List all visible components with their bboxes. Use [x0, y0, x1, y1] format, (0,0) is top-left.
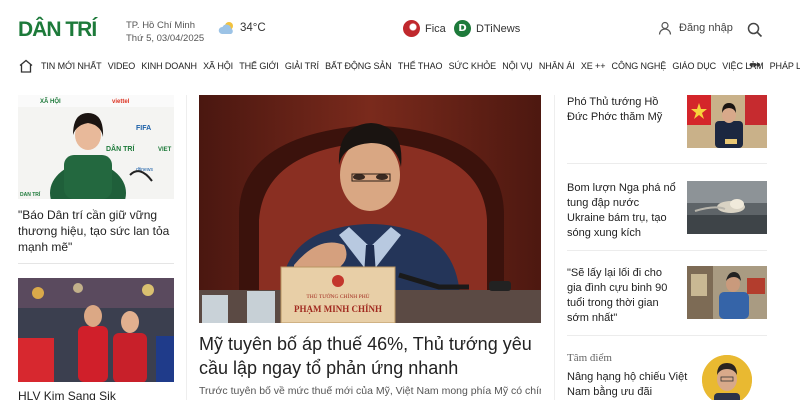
author-avatar[interactable]: [702, 355, 752, 400]
article-thumbnail[interactable]: XÃ HỘI viettel FIFA DÂN TRÍ dtinews VIET…: [18, 95, 174, 199]
nav-item[interactable]: THẾ GIỚI: [239, 61, 279, 71]
svg-text:PHẠM MINH CHÍNH: PHẠM MINH CHÍNH: [294, 304, 382, 314]
svg-text:THỦ TƯỚNG CHÍNH PHỦ: THỦ TƯỚNG CHÍNH PHỦ: [306, 292, 369, 300]
city-label: TP. Hồ Chí Minh: [126, 20, 195, 31]
svg-text:viettel: viettel: [112, 99, 130, 105]
article-title[interactable]: HLV Kim Sang Sik: [18, 389, 178, 400]
nav-item[interactable]: TIN MỚI NHẤT: [41, 61, 102, 71]
nav-item[interactable]: PHÁP LUẬT: [770, 61, 800, 71]
news-item-title[interactable]: Nâng hạng hộ chiếu Việt Nam bằng ưu đãi: [567, 370, 692, 400]
person-portrait: [702, 355, 752, 400]
nav-item[interactable]: BẤT ĐỘNG SẢN: [325, 61, 392, 71]
svg-text:XÃ HỘI: XÃ HỘI: [40, 97, 61, 105]
article-thumbnail[interactable]: [18, 278, 174, 382]
nav-item[interactable]: CÔNG NGHỆ: [612, 61, 667, 71]
partner-label: DTiNews: [476, 22, 521, 35]
nav-item[interactable]: XÃ HỘI: [203, 61, 233, 71]
nav-item[interactable]: THỂ THAO: [398, 61, 443, 71]
official-photo: [687, 95, 767, 148]
location-date: TP. Hồ Chí Minh Thứ 5, 03/04/2025: [126, 19, 204, 45]
divider: [18, 263, 174, 264]
nav-menu: TIN MỚI NHẤT VIDEO KINH DOANH XÃ HỘI THẾ GIỚ…: [41, 61, 800, 71]
partner-dtinews-link[interactable]: D DTiNews: [454, 20, 520, 37]
partner-label: Fica: [425, 22, 446, 35]
football-photo: [18, 278, 174, 382]
login-button[interactable]: Đăng nhập: [658, 21, 733, 35]
main-story-title[interactable]: Mỹ tuyên bố áp thuế 46%, Thủ tướng yêu c…: [199, 332, 541, 380]
divider: [567, 163, 767, 164]
divider: [567, 250, 767, 251]
temperature: 34°C: [240, 22, 266, 34]
weather-widget[interactable]: 34°C: [218, 20, 266, 36]
nav-item[interactable]: SỨC KHỎE: [449, 61, 497, 71]
article-title[interactable]: "Báo Dân trí cần giữ vững thương hiệu, t…: [18, 207, 174, 255]
svg-text:FIFA: FIFA: [136, 125, 151, 132]
nav-item[interactable]: VIDEO: [108, 61, 136, 71]
login-label: Đăng nhập: [679, 22, 733, 34]
nav-item[interactable]: GIÁO DỤC: [672, 61, 716, 71]
main-navigation: TIN MỚI NHẤT VIDEO KINH DOANH XÃ HỘI THẾ GIỚ…: [0, 56, 800, 78]
site-logo[interactable]: DÂN TRÍ: [18, 19, 97, 40]
news-item-thumbnail[interactable]: [687, 266, 767, 319]
search-icon[interactable]: [747, 22, 763, 38]
cloud-sun-icon: [218, 22, 233, 34]
veteran-photo: [687, 266, 767, 319]
news-item-title[interactable]: "Sẽ lấy lại lối đi cho gia đình cựu binh…: [567, 266, 677, 326]
nav-item[interactable]: KINH DOANH: [141, 61, 197, 71]
site-header: DÂN TRÍ TP. Hồ Chí Minh Thứ 5, 03/04/202…: [0, 0, 800, 58]
column-divider: [186, 95, 187, 400]
news-item-thumbnail[interactable]: [687, 95, 767, 148]
svg-text:DAN TRÍ: DAN TRÍ: [20, 190, 41, 198]
home-icon[interactable]: [18, 58, 34, 74]
news-item-thumbnail[interactable]: [687, 181, 767, 234]
svg-text:VIET: VIET: [158, 147, 172, 153]
main-story-summary: Trước tuyên bố về mức thuế mới của Mỹ, V…: [199, 385, 541, 397]
fica-logo-icon: [403, 20, 420, 37]
section-label[interactable]: Tâm điểm: [567, 352, 612, 364]
more-menu-icon[interactable]: •••: [749, 57, 761, 72]
left-column: XÃ HỘI viettel FIFA DÂN TRÍ dtinews VIET…: [18, 95, 174, 255]
main-story-image[interactable]: THỦ TƯỚNG CHÍNH PHỦ PHẠM MINH CHÍNH: [199, 95, 541, 323]
nav-item[interactable]: XE ++: [581, 61, 606, 71]
column-divider: [554, 95, 555, 400]
nav-item[interactable]: NỘI VỤ: [502, 61, 533, 71]
event-photo: XÃ HỘI viettel FIFA DÂN TRÍ dtinews VIET…: [18, 95, 174, 199]
news-item-title[interactable]: Phó Thủ tướng Hồ Đức Phớc thăm Mỹ: [567, 95, 677, 125]
nav-item[interactable]: GIẢI TRÍ: [285, 61, 319, 71]
prime-minister-photo: THỦ TƯỚNG CHÍNH PHỦ PHẠM MINH CHÍNH: [199, 95, 541, 323]
partner-fica-link[interactable]: Fica: [403, 20, 446, 37]
news-item-title[interactable]: Bom lượn Nga phá nổ tung đập nước Ukrain…: [567, 181, 677, 241]
dtinews-logo-icon: D: [454, 20, 471, 37]
explosion-photo: [687, 181, 767, 234]
date-label: Thứ 5, 03/04/2025: [126, 33, 205, 44]
user-icon: [658, 21, 672, 35]
svg-text:DÂN TRÍ: DÂN TRÍ: [106, 144, 135, 153]
divider: [567, 335, 767, 336]
nav-item[interactable]: NHÂN ÁI: [539, 61, 575, 71]
